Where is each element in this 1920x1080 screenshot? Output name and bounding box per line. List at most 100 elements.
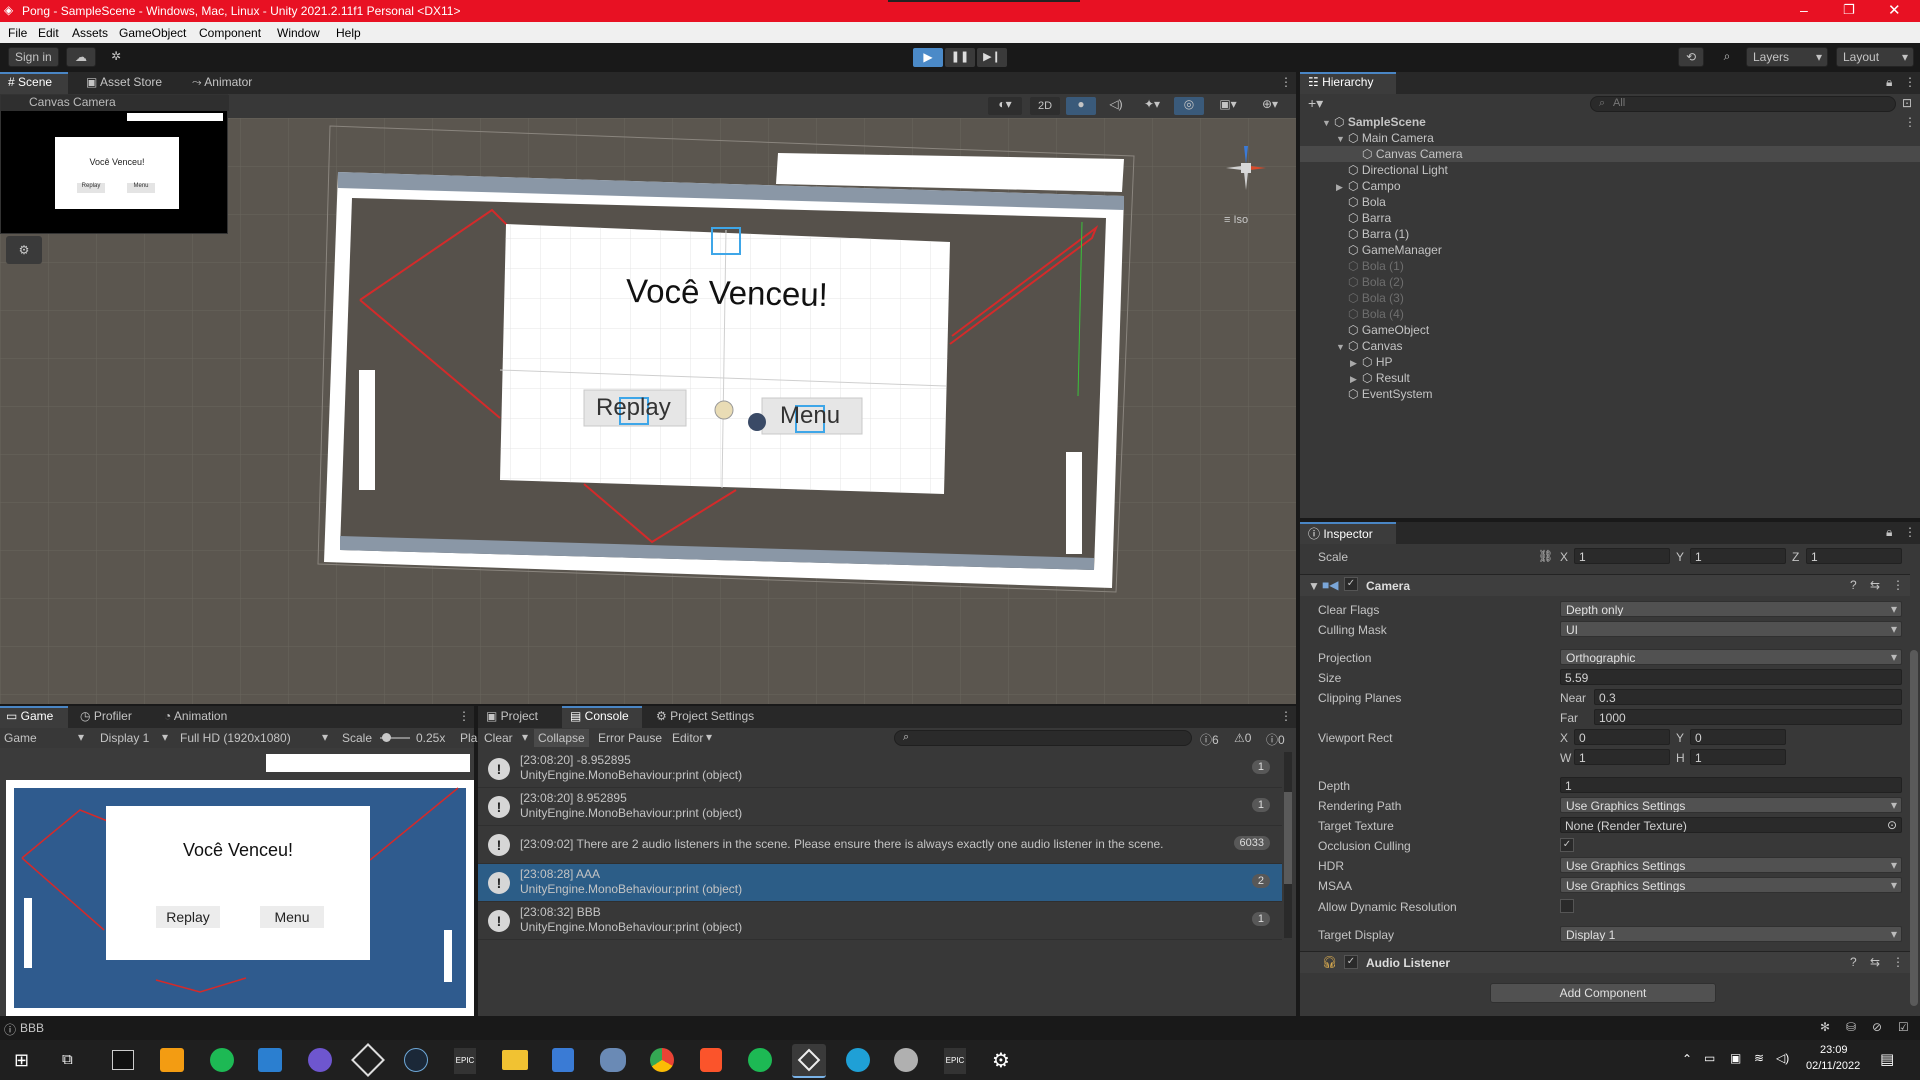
- hierarchy-item[interactable]: ⬡ GameManager: [1336, 243, 1442, 257]
- hierarchy-item[interactable]: ▶ ⬡ Result: [1350, 371, 1410, 385]
- add-component-button[interactable]: Add Component: [1490, 983, 1716, 1003]
- hierarchy-item[interactable]: ▶ ⬡ HP: [1350, 355, 1392, 369]
- editor-dropdown[interactable]: Editor: [672, 731, 703, 745]
- target-display-dropdown[interactable]: Display 1: [1560, 926, 1902, 942]
- scene-orientation-gizmo[interactable]: [1216, 138, 1276, 198]
- bug-icon[interactable]: ⊘: [1872, 1020, 1882, 1034]
- scale-y-field[interactable]: 1: [1690, 548, 1786, 564]
- lock-icon[interactable]: 🔒︎: [1886, 525, 1892, 540]
- lighting-icon[interactable]: ●: [1066, 97, 1096, 115]
- volume-icon[interactable]: ◁): [1776, 1051, 1789, 1065]
- menu-component[interactable]: Component: [199, 26, 261, 40]
- scene-tool-icon[interactable]: ⚙: [6, 236, 42, 264]
- game-viewport[interactable]: Você Venceu! Replay Menu: [0, 748, 474, 1016]
- lock-icon[interactable]: 🔒︎: [1886, 75, 1892, 90]
- hierarchy-item[interactable]: ⬡ Directional Light: [1336, 163, 1448, 177]
- notifications-icon[interactable]: ▤: [1880, 1050, 1894, 1068]
- audio-icon[interactable]: ◁): [1102, 97, 1130, 115]
- foldout-arrow-icon[interactable]: ▶: [1336, 182, 1348, 193]
- hierarchy-item[interactable]: ⬡ Bola (3): [1336, 291, 1404, 305]
- history-icon[interactable]: ⟲: [1678, 47, 1704, 67]
- hierarchy-item[interactable]: ⬡ Bola: [1336, 195, 1386, 209]
- hierarchy-item[interactable]: ▼ ⬡ Main Camera: [1336, 131, 1434, 145]
- more-options-icon[interactable]: ⋮: [1892, 578, 1904, 592]
- more-options-icon[interactable]: ⋮: [1280, 709, 1292, 723]
- tab-game[interactable]: ▭ Game: [6, 709, 53, 723]
- scene-visibility-icon[interactable]: ⊡: [1902, 96, 1912, 110]
- link-icon[interactable]: ⛓: [1538, 549, 1553, 563]
- clock-date[interactable]: 02/11/2022: [1806, 1060, 1860, 1072]
- cache-icon[interactable]: ⛁: [1846, 1020, 1856, 1034]
- tab-project[interactable]: ▣ Project: [486, 709, 538, 723]
- layers-dropdown[interactable]: Layers ▾: [1746, 47, 1828, 67]
- wifi-icon[interactable]: ≋: [1754, 1051, 1764, 1065]
- console-scrollbar[interactable]: [1284, 752, 1292, 938]
- hierarchy-item[interactable]: ⬡ EventSystem: [1336, 387, 1433, 401]
- settings-icon[interactable]: ⚙: [992, 1048, 1010, 1073]
- foldout-arrow-icon[interactable]: ▼: [1322, 118, 1334, 128]
- foldout-arrow-icon[interactable]: ▶: [1350, 358, 1362, 369]
- chevron-up-icon[interactable]: ⌃: [1682, 1052, 1692, 1066]
- foldout-arrow-icon[interactable]: ▶: [1350, 374, 1362, 385]
- tab-asset-store[interactable]: ▣ Asset Store: [86, 75, 162, 89]
- brave-icon[interactable]: [700, 1048, 722, 1072]
- step-button[interactable]: ▶❙: [977, 48, 1007, 67]
- console-log-row[interactable]: ! [23:08:28] AAA UnityEngine.MonoBehaviour…: [478, 864, 1282, 902]
- camera-enabled-checkbox[interactable]: ✓: [1344, 577, 1358, 591]
- game-replay-button[interactable]: Replay: [156, 906, 220, 928]
- clear-flags-dropdown[interactable]: Depth only: [1560, 601, 1902, 617]
- mode-2d-button[interactable]: 2D: [1030, 97, 1060, 115]
- steam-icon[interactable]: [404, 1048, 428, 1072]
- chrome-icon[interactable]: [650, 1048, 674, 1072]
- unity-taskbar-active[interactable]: [792, 1044, 826, 1078]
- tab-profiler[interactable]: ◷ Profiler: [80, 709, 132, 723]
- display-dropdown[interactable]: Display 1: [100, 731, 149, 745]
- hierarchy-item[interactable]: ▼ ⬡ SampleScene: [1322, 115, 1426, 129]
- menu-edit[interactable]: Edit: [38, 26, 59, 40]
- scrollbar-thumb[interactable]: [1284, 792, 1292, 884]
- store-icon[interactable]: [552, 1048, 574, 1072]
- tab-hierarchy[interactable]: ☷ Hierarchy: [1308, 75, 1373, 89]
- hierarchy-item[interactable]: ⬡ Bola (2): [1336, 275, 1404, 289]
- tab-inspector[interactable]: ⓘ Inspector: [1308, 525, 1373, 542]
- viewport-x-field[interactable]: 0: [1574, 729, 1670, 745]
- more-options-icon[interactable]: ⋮: [1280, 75, 1292, 89]
- dynamic-resolution-checkbox[interactable]: [1560, 899, 1574, 913]
- foldout-arrow-icon[interactable]: ▼: [1336, 342, 1348, 352]
- help-icon[interactable]: ?: [1850, 955, 1857, 969]
- depth-field[interactable]: 1: [1560, 777, 1902, 793]
- target-texture-field[interactable]: None (Render Texture) ⊙: [1560, 817, 1902, 833]
- terminal-icon[interactable]: [112, 1050, 134, 1070]
- game-dropdown[interactable]: Game: [4, 731, 37, 745]
- epic-launcher-icon[interactable]: EPIC: [944, 1048, 966, 1074]
- audio-listener-checkbox[interactable]: ✓: [1344, 955, 1358, 969]
- file-explorer-icon[interactable]: [502, 1050, 528, 1070]
- preset-icon[interactable]: ⇆: [1870, 578, 1880, 592]
- clear-button[interactable]: Clear: [484, 731, 513, 745]
- status-message[interactable]: BBB: [20, 1021, 44, 1035]
- resolution-dropdown[interactable]: Full HD (1920x1080): [180, 731, 291, 745]
- display-icon[interactable]: ▣: [1730, 1051, 1741, 1065]
- collab-icon[interactable]: ✲: [104, 47, 128, 67]
- minimize-icon[interactable]: –: [1800, 2, 1808, 18]
- scale-z-field[interactable]: 1: [1806, 548, 1902, 564]
- effects-icon[interactable]: ✦▾: [1136, 97, 1168, 115]
- hierarchy-item[interactable]: ▼ ⬡ Canvas: [1336, 339, 1403, 353]
- help-icon[interactable]: ?: [1850, 578, 1857, 592]
- error-count[interactable]: ⓘ0: [1266, 731, 1285, 748]
- more-options-icon[interactable]: ⋮: [458, 709, 470, 723]
- console-log-row[interactable]: ! [23:08:20] -8.952895 UnityEngine.MonoBeh…: [478, 750, 1282, 788]
- more-options-icon[interactable]: ⋮: [1904, 525, 1916, 539]
- error-pause-button[interactable]: Error Pause: [598, 731, 662, 745]
- menu-gameobject[interactable]: GameObject: [119, 26, 186, 40]
- debug-icon[interactable]: ✻: [1820, 1020, 1830, 1034]
- hierarchy-item[interactable]: ⬡ Canvas Camera: [1350, 147, 1463, 161]
- size-field[interactable]: 5.59: [1560, 669, 1902, 685]
- menu-assets[interactable]: Assets: [72, 26, 108, 40]
- add-icon[interactable]: +▾: [1308, 95, 1323, 112]
- hierarchy-item[interactable]: ⬡ GameObject: [1336, 323, 1429, 337]
- hdr-dropdown[interactable]: Use Graphics Settings: [1560, 857, 1902, 873]
- info-count[interactable]: ⓘ6: [1200, 731, 1219, 748]
- sublime-icon[interactable]: [160, 1048, 184, 1072]
- scale-slider-handle[interactable]: [382, 733, 391, 742]
